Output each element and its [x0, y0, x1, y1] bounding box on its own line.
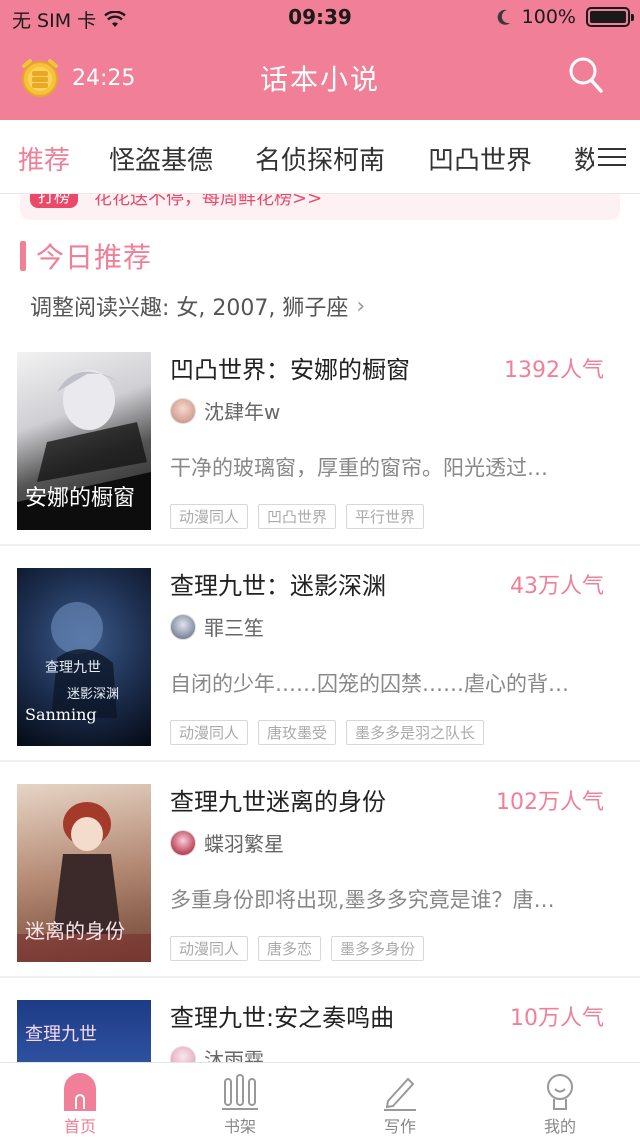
- avatar: [170, 397, 196, 424]
- battery-percent: 100%: [521, 6, 576, 28]
- nav-write-label: 写作: [383, 1117, 416, 1136]
- tab-kaitou-kid[interactable]: 怪盗基德: [109, 140, 213, 177]
- bookshelf-icon: [222, 1074, 258, 1110]
- section-title: 今日推荐: [36, 241, 153, 274]
- tab-menu-icon[interactable]: [594, 142, 630, 172]
- author-row[interactable]: 蝶羽繁星: [170, 828, 284, 857]
- app-title: 话本小说: [259, 63, 380, 96]
- search-icon[interactable]: [568, 56, 604, 94]
- svg-text:迷影深渊: 迷影深渊: [67, 687, 119, 702]
- nav-bookshelf-label: 书架: [223, 1117, 256, 1136]
- home-icon: [64, 1073, 96, 1111]
- tab-recommend[interactable]: 推荐: [18, 140, 70, 177]
- tag[interactable]: 唐多恋: [258, 936, 322, 961]
- avatar: [170, 829, 196, 856]
- ranking-banner[interactable]: 打榜 花花送不停，每周鲜花榜>>: [20, 194, 620, 220]
- book-description: 干净的玻璃窗，厚重的窗帘。阳光透过…: [170, 456, 548, 480]
- list-item[interactable]: 查理九世 迷影深渊 Sanming 查理九世：迷影深渊 43万人气 罪三笙 自闭…: [0, 546, 640, 762]
- tag[interactable]: 动漫同人: [170, 936, 249, 961]
- category-tabs: 推荐 怪盗基德 名侦探柯南 凹凸世界 数: [0, 120, 640, 194]
- tag-list: 动漫同人 唐多恋 墨多多身份: [170, 936, 425, 961]
- banner-tag: 打榜: [30, 194, 79, 208]
- section-accent-bar: [20, 241, 26, 271]
- status-right: 100%: [496, 6, 634, 28]
- section-header: 今日推荐: [20, 236, 152, 276]
- cover-title: Sanming: [25, 705, 97, 724]
- cover-title: 查理九世: [25, 1024, 97, 1045]
- battery-icon: [586, 7, 634, 27]
- popularity-count: 102万人气: [496, 790, 604, 815]
- interest-label: 调整阅读兴趣: 女, 2007, 狮子座: [30, 296, 349, 321]
- nav-profile[interactable]: 我的: [480, 1071, 640, 1137]
- nav-bar: 24:25 话本小说: [0, 36, 640, 120]
- book-title[interactable]: 查理九世:安之奏鸣曲: [170, 998, 394, 1033]
- book-cover[interactable]: 安娜的橱窗: [17, 352, 151, 530]
- author-name: 沈肆年w: [204, 400, 281, 424]
- tab-aotu-world[interactable]: 凹凸世界: [428, 140, 532, 177]
- nav-bookshelf[interactable]: 书架: [160, 1071, 320, 1137]
- tab-detective-conan[interactable]: 名侦探柯南: [255, 140, 385, 177]
- bottom-tab-bar: 首页 书架 写作 我的: [0, 1062, 640, 1139]
- tag[interactable]: 平行世界: [346, 504, 425, 529]
- tag[interactable]: 墨多多身份: [331, 936, 425, 961]
- tag[interactable]: 动漫同人: [170, 720, 249, 745]
- author-name: 罪三笙: [204, 616, 264, 640]
- reading-interest-link[interactable]: 调整阅读兴趣: 女, 2007, 狮子座 ›: [30, 290, 365, 322]
- tag-list: 动漫同人 凹凸世界 平行世界: [170, 504, 425, 529]
- popularity-count: 43万人气: [510, 574, 604, 599]
- author-row[interactable]: 沈肆年w: [170, 396, 280, 425]
- nav-home[interactable]: 首页: [0, 1071, 160, 1137]
- book-cover[interactable]: 查理九世 迷影深渊 Sanming: [17, 568, 151, 746]
- author-row[interactable]: 罪三笙: [170, 612, 264, 641]
- tag[interactable]: 唐玫墨受: [258, 720, 337, 745]
- author-name: 蝶羽繁星: [204, 832, 284, 856]
- banner-text: 花花送不停，每周鲜花榜>>: [94, 194, 323, 209]
- profile-icon: [547, 1074, 573, 1110]
- tag-list: 动漫同人 唐玫墨受 墨多多是羽之队长: [170, 720, 485, 745]
- book-title[interactable]: 查理九世：迷影深渊: [170, 566, 386, 601]
- popularity-count: 10万人气: [510, 1006, 604, 1031]
- nav-write[interactable]: 写作: [320, 1071, 480, 1137]
- tag[interactable]: 动漫同人: [170, 504, 249, 529]
- book-title[interactable]: 查理九世迷离的身份: [170, 782, 386, 817]
- list-item[interactable]: 安娜的橱窗 凹凸世界：安娜的橱窗 1392人气 沈肆年w 干净的玻璃窗，厚重的窗…: [0, 330, 640, 546]
- nav-profile-label: 我的: [543, 1117, 576, 1136]
- popularity-count: 1392人气: [504, 358, 604, 383]
- avatar: [170, 613, 196, 640]
- tag[interactable]: 墨多多是羽之队长: [346, 720, 485, 745]
- book-description: 多重身份即将出现,墨多多究竟是谁？唐…: [170, 888, 555, 912]
- moon-icon: [497, 9, 510, 25]
- cover-title: 安娜的橱窗: [25, 486, 136, 511]
- book-description: 自闭的少年……囚笼的囚禁……虐心的背…: [170, 672, 569, 696]
- chevron-right-icon: ›: [356, 293, 366, 319]
- status-bar: 无 SIM 卡 09:39 100%: [0, 0, 640, 36]
- list-item[interactable]: 迷离的身份 查理九世迷离的身份 102万人气 蝶羽繁星 多重身份即将出现,墨多多…: [0, 762, 640, 978]
- pen-icon: [384, 1077, 416, 1111]
- book-title[interactable]: 凹凸世界：安娜的橱窗: [170, 350, 410, 385]
- book-cover[interactable]: 迷离的身份: [17, 784, 151, 962]
- tag[interactable]: 凹凸世界: [258, 504, 337, 529]
- cover-title: 迷离的身份: [25, 919, 125, 943]
- nav-home-label: 首页: [63, 1117, 96, 1136]
- svg-text:查理九世: 查理九世: [45, 660, 101, 676]
